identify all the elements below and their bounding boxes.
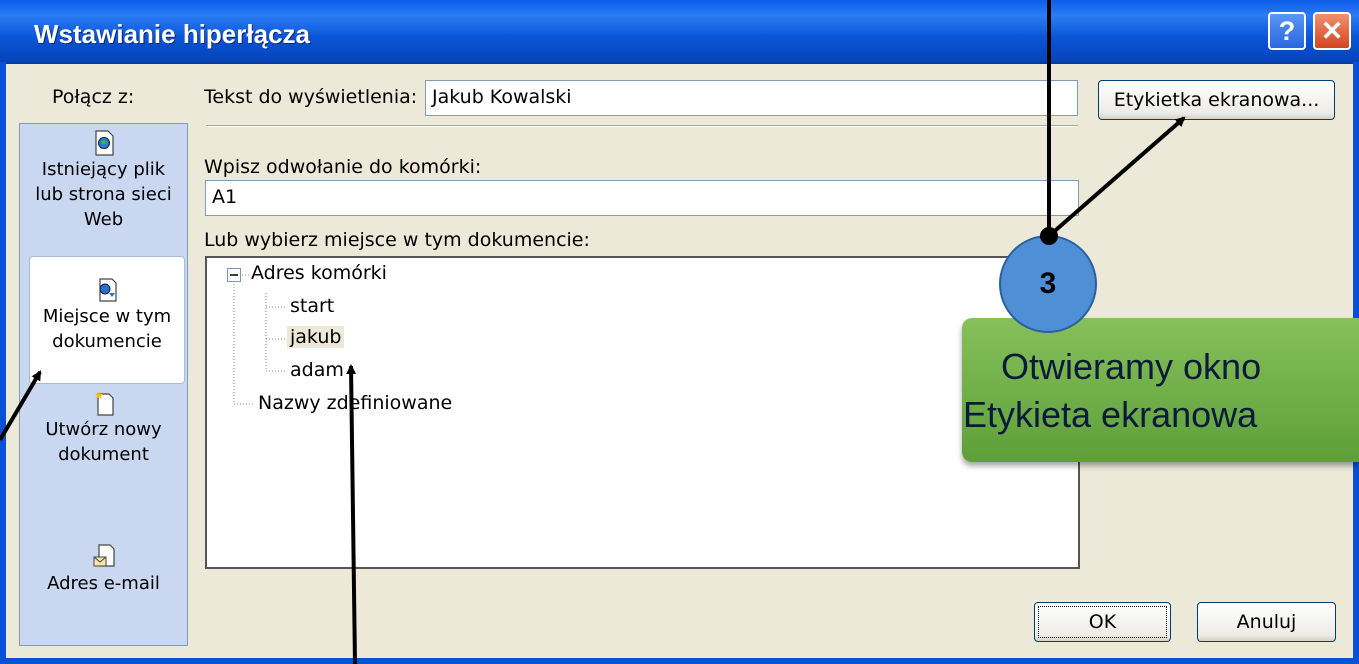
annotation-arrows [0,0,1186,664]
arrow-to-jakub [346,364,357,664]
arrow-to-place-in-doc [0,370,42,442]
pointer-dot [1040,227,1058,245]
arrow-to-screentip [1047,116,1186,238]
